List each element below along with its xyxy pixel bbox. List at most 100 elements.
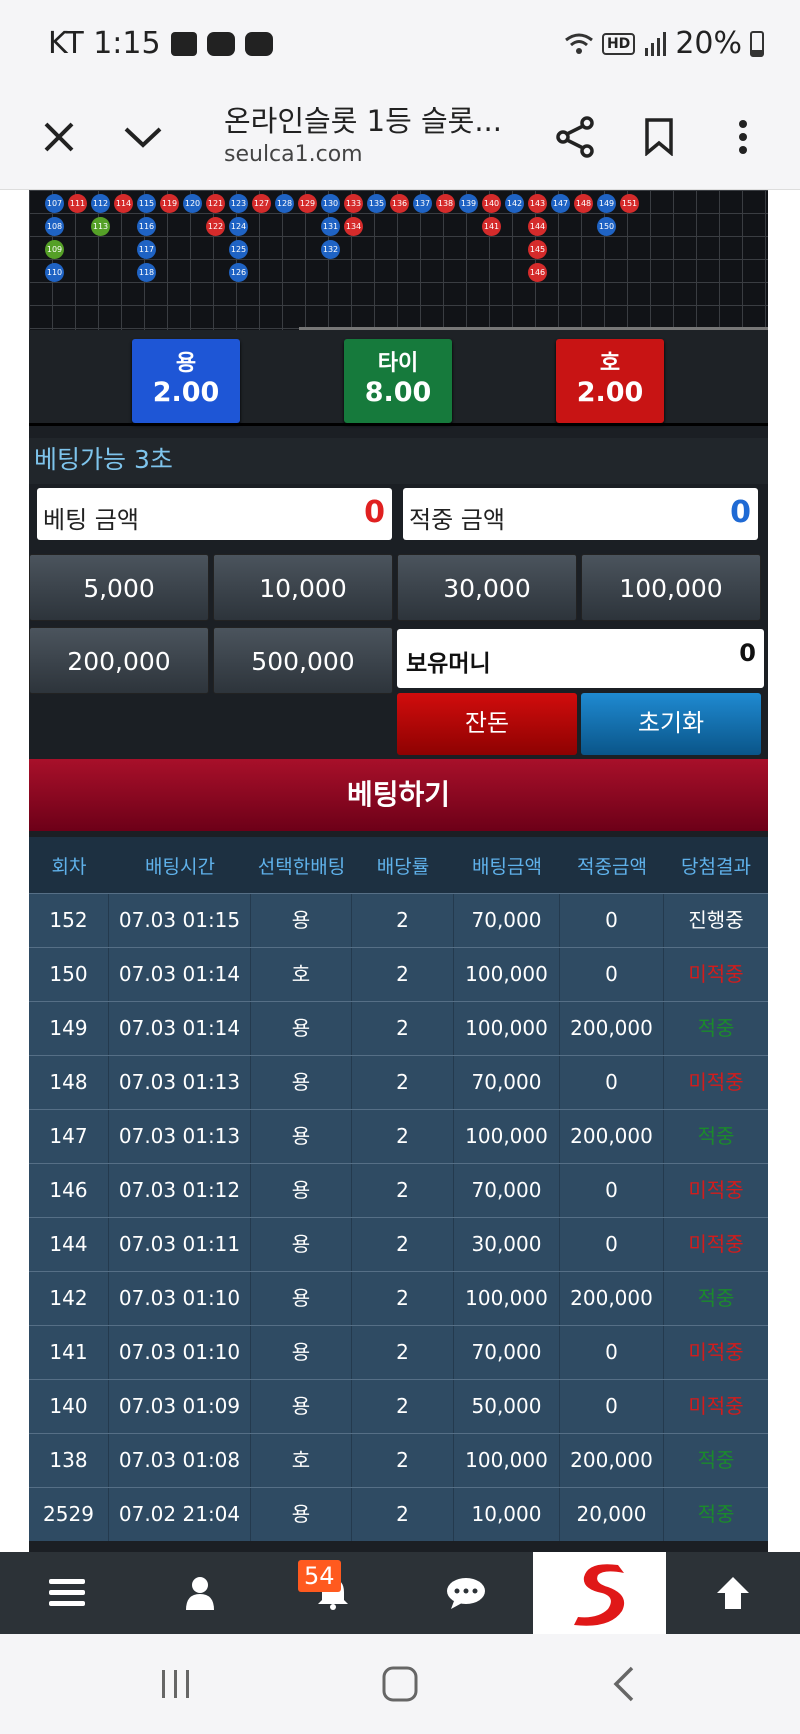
column-header: 선택한배팅 xyxy=(257,855,346,878)
table-row: 144 07.03 01:11 용 2 30,000 0 미적중 xyxy=(29,1217,768,1271)
bead-marker: 137 xyxy=(413,194,432,213)
place-bet-button[interactable]: 베팅하기 xyxy=(29,759,768,831)
table-cell: 2 xyxy=(352,1272,454,1325)
bet-timer: 베팅가능 3초 xyxy=(29,438,768,484)
share-icon[interactable] xyxy=(550,112,600,162)
table-cell: 144 xyxy=(29,1218,109,1271)
user-icon[interactable] xyxy=(133,1552,266,1634)
bet-history-table: 회차 배팅시간 선택한배팅 배당률 배팅금액 적중금액 당첨결과 152 07.0… xyxy=(29,837,768,1541)
browser-toolbar: 온라인슬롯 1등 슬롯... seulca1.com xyxy=(0,84,800,190)
table-cell: 0 xyxy=(560,1056,664,1109)
table-cell: 용 xyxy=(251,1488,352,1541)
bead-marker: 144 xyxy=(528,217,547,236)
table-cell: 148 xyxy=(29,1056,109,1109)
table-cell: 미적중 xyxy=(688,1394,744,1418)
table-cell: 용 xyxy=(251,1002,352,1055)
table-cell: 30,000 xyxy=(454,1218,560,1271)
bead-marker: 113 xyxy=(91,217,110,236)
bead-marker: 121 xyxy=(206,194,225,213)
recent-apps-icon[interactable] xyxy=(156,1664,196,1704)
table-cell: 미적중 xyxy=(688,1232,744,1256)
bet-tiger-button[interactable]: 호 2.00 xyxy=(556,339,664,423)
bead-marker: 109 xyxy=(45,240,64,259)
chip-30000-button[interactable]: 30,000 xyxy=(397,554,577,621)
table-cell: 200,000 xyxy=(560,1002,664,1055)
bead-marker: 132 xyxy=(321,240,340,259)
dragon-odds: 2.00 xyxy=(152,377,220,408)
bead-marker: 122 xyxy=(206,217,225,236)
bead-marker: 141 xyxy=(482,217,501,236)
change-button[interactable]: 잔돈 xyxy=(397,693,577,755)
bookmark-icon[interactable] xyxy=(634,112,684,162)
table-cell: 100,000 xyxy=(454,948,560,1001)
table-row: 138 07.03 01:08 호 2 100,000 200,000 적중 xyxy=(29,1433,768,1487)
close-icon[interactable] xyxy=(34,112,84,162)
reset-button[interactable]: 초기화 xyxy=(581,693,761,755)
menu-icon[interactable] xyxy=(0,1552,133,1634)
table-cell: 142 xyxy=(29,1272,109,1325)
table-cell: 용 xyxy=(251,1380,352,1433)
bead-marker: 135 xyxy=(367,194,386,213)
bet-dragon-button[interactable]: 용 2.00 xyxy=(132,339,240,423)
bead-marker: 138 xyxy=(436,194,455,213)
home-icon[interactable] xyxy=(380,1664,420,1704)
table-cell: 07.03 01:14 xyxy=(109,1002,251,1055)
battery-percent: 20% xyxy=(675,26,742,61)
url-text[interactable]: seulca1.com xyxy=(224,142,363,167)
table-cell: 0 xyxy=(560,948,664,1001)
column-header: 당첨결과 xyxy=(681,855,751,878)
chevron-down-icon[interactable] xyxy=(118,112,168,162)
chip-5000-button[interactable]: 5,000 xyxy=(29,554,209,621)
table-row: 150 07.03 01:14 호 2 100,000 0 미적중 xyxy=(29,947,768,1001)
table-cell: 07.03 01:13 xyxy=(109,1110,251,1163)
bead-marker: 133 xyxy=(344,194,363,213)
bet-amount-box: 베팅 금액 0 xyxy=(37,488,392,540)
chat-icon[interactable] xyxy=(399,1552,532,1634)
chip-100000-button[interactable]: 100,000 xyxy=(581,554,761,621)
column-header: 적중금액 xyxy=(577,855,647,878)
table-cell: 70,000 xyxy=(454,1164,560,1217)
bead-marker: 125 xyxy=(229,240,248,259)
bead-marker: 142 xyxy=(505,194,524,213)
bead-marker: 131 xyxy=(321,217,340,236)
arrow-up-icon[interactable] xyxy=(666,1552,799,1634)
more-icon[interactable] xyxy=(718,112,768,162)
table-cell: 149 xyxy=(29,1002,109,1055)
bead-marker: 107 xyxy=(45,194,64,213)
table-cell: 150 xyxy=(29,948,109,1001)
table-cell: 미적중 xyxy=(688,1178,744,1202)
table-cell: 2 xyxy=(352,1164,454,1217)
chip-10000-button[interactable]: 10,000 xyxy=(213,554,393,621)
bead-marker: 114 xyxy=(114,194,133,213)
site-logo[interactable] xyxy=(533,1552,666,1634)
table-cell: 적중 xyxy=(697,1286,735,1310)
table-cell: 0 xyxy=(560,1218,664,1271)
chip-500000-button[interactable]: 500,000 xyxy=(213,627,393,694)
column-header: 배팅금액 xyxy=(472,855,542,878)
bet-tie-button[interactable]: 타이 8.00 xyxy=(344,339,452,423)
bead-marker: 130 xyxy=(321,194,340,213)
back-icon[interactable] xyxy=(604,1664,644,1704)
notification-badge: 54 xyxy=(298,1560,341,1592)
bead-marker: 123 xyxy=(229,194,248,213)
table-cell: 100,000 xyxy=(454,1110,560,1163)
table-cell: 100,000 xyxy=(454,1002,560,1055)
table-cell: 200,000 xyxy=(560,1110,664,1163)
table-cell: 호 xyxy=(251,948,352,1001)
bead-marker: 115 xyxy=(137,194,156,213)
page-title[interactable]: 온라인슬롯 1등 슬롯... xyxy=(224,98,502,140)
table-cell: 호 xyxy=(251,1434,352,1487)
bead-marker: 124 xyxy=(229,217,248,236)
table-cell: 146 xyxy=(29,1164,109,1217)
table-cell: 0 xyxy=(560,1326,664,1379)
table-cell: 07.03 01:09 xyxy=(109,1380,251,1433)
status-bar: KT 1:15 HD 20% xyxy=(0,0,800,84)
balance-box: 보유머니 0 xyxy=(397,629,764,688)
bead-marker: 145 xyxy=(528,240,547,259)
clock: KT 1:15 xyxy=(48,26,161,61)
table-cell: 70,000 xyxy=(454,1326,560,1379)
chip-200000-button[interactable]: 200,000 xyxy=(29,627,209,694)
table-cell: 70,000 xyxy=(454,894,560,947)
column-header: 배당률 xyxy=(376,855,430,878)
bead-marker: 111 xyxy=(68,194,87,213)
